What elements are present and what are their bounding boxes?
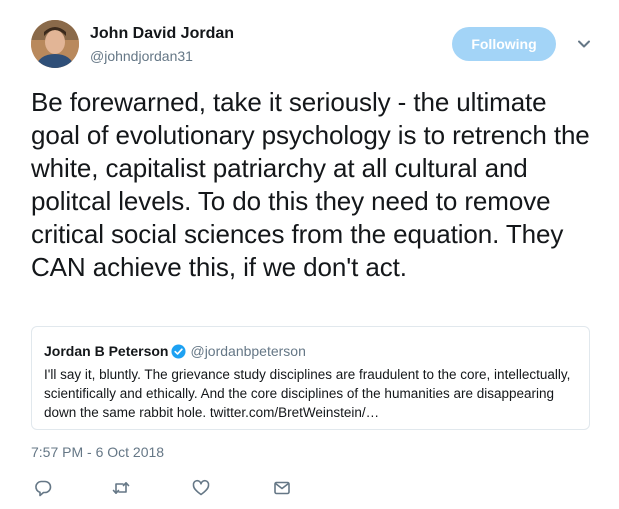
direct-message-icon[interactable] [272,478,292,498]
quoted-tweet-header: Jordan B Peterson @jordanbpeterson [44,342,577,360]
author-block: John David Jordan @johndjordan31 [90,24,234,65]
retweet-icon[interactable] [111,478,131,498]
tweet-actions [31,478,331,498]
tweet-card: John David Jordan @johndjordan31 Followi… [0,0,619,509]
tweet-timestamp[interactable]: 7:57 PM - 6 Oct 2018 [31,444,164,460]
tweet-text: Be forewarned, take it seriously - the u… [31,87,590,282]
chevron-down-icon[interactable] [576,36,592,52]
tweet-header: John David Jordan @johndjordan31 Followi… [31,20,601,70]
avatar-image [31,20,79,68]
reply-icon[interactable] [33,478,53,498]
author-handle[interactable]: @johndjordan31 [90,47,234,65]
avatar[interactable] [31,20,79,68]
quoted-handle: @jordanbpeterson [190,343,306,359]
verified-badge-icon [171,343,187,359]
quoted-tweet[interactable]: Jordan B Peterson @jordanbpeterson I'll … [31,326,590,430]
author-display-name[interactable]: John David Jordan [90,24,234,44]
quoted-display-name: Jordan B Peterson [44,343,169,359]
following-button[interactable]: Following [452,27,556,61]
quoted-tweet-text: I'll say it, bluntly. The grievance stud… [44,367,571,420]
like-icon[interactable] [191,478,211,498]
